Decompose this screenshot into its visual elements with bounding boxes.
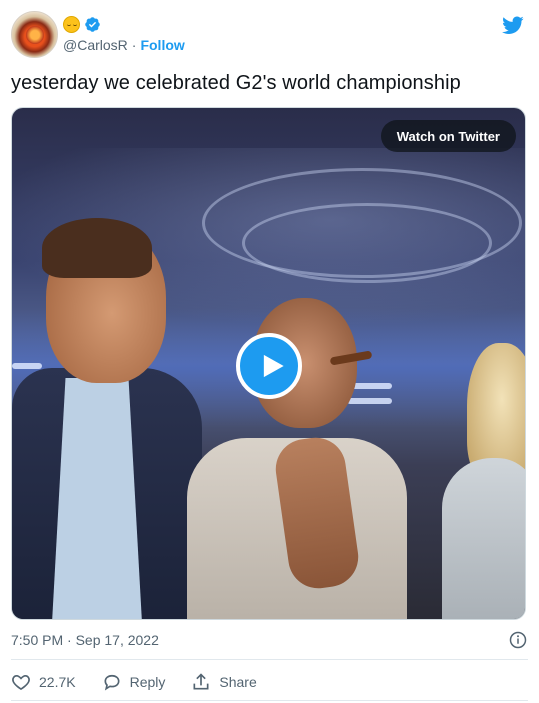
bottom-divider bbox=[11, 700, 528, 701]
play-icon bbox=[263, 354, 284, 378]
reply-button[interactable]: Reply bbox=[102, 672, 166, 692]
divider bbox=[11, 659, 528, 660]
like-count: 22.7K bbox=[39, 674, 76, 690]
like-button[interactable]: 22.7K bbox=[11, 672, 76, 692]
tweet-embed-card: @CarlosR · Follow yesterday we celebrate… bbox=[0, 0, 539, 703]
video-frame-person-right bbox=[442, 458, 525, 619]
heart-icon bbox=[12, 674, 30, 691]
share-label: Share bbox=[219, 674, 257, 690]
tweet-actions: 22.7K Reply Share bbox=[11, 670, 283, 694]
reply-label: Reply bbox=[129, 674, 166, 690]
watch-on-twitter-button[interactable]: Watch on Twitter bbox=[380, 120, 516, 152]
video-frame-ring-light bbox=[242, 203, 492, 283]
play-button[interactable] bbox=[236, 333, 302, 399]
relieved-face-emoji-icon bbox=[63, 15, 80, 33]
video-frame-light-strip bbox=[347, 398, 392, 404]
video-frame-person-left-shirt bbox=[52, 378, 142, 619]
author-handle[interactable]: @CarlosR bbox=[63, 37, 128, 53]
share-button[interactable]: Share bbox=[191, 672, 257, 692]
avatar[interactable] bbox=[11, 11, 58, 58]
tweet-text: yesterday we celebrated G2's world champ… bbox=[11, 72, 461, 94]
verified-badge-icon bbox=[85, 16, 100, 32]
tweet-timestamp[interactable]: 7:50 PM · Sep 17, 2022 bbox=[11, 632, 159, 648]
share-icon bbox=[193, 673, 209, 690]
video-player[interactable]: Watch on Twitter bbox=[11, 107, 526, 620]
video-frame-person-left-hair bbox=[42, 218, 152, 278]
handle-row: @CarlosR · Follow bbox=[63, 37, 185, 53]
separator-dot: · bbox=[131, 37, 137, 53]
info-icon[interactable] bbox=[509, 631, 527, 649]
twitter-bird-icon[interactable] bbox=[501, 14, 525, 36]
author-name-row bbox=[63, 15, 101, 33]
video-frame-light-strip bbox=[12, 363, 42, 369]
reply-bubble-icon bbox=[104, 674, 120, 691]
tweet-header: @CarlosR · Follow bbox=[11, 11, 528, 61]
follow-button[interactable]: Follow bbox=[140, 37, 184, 53]
